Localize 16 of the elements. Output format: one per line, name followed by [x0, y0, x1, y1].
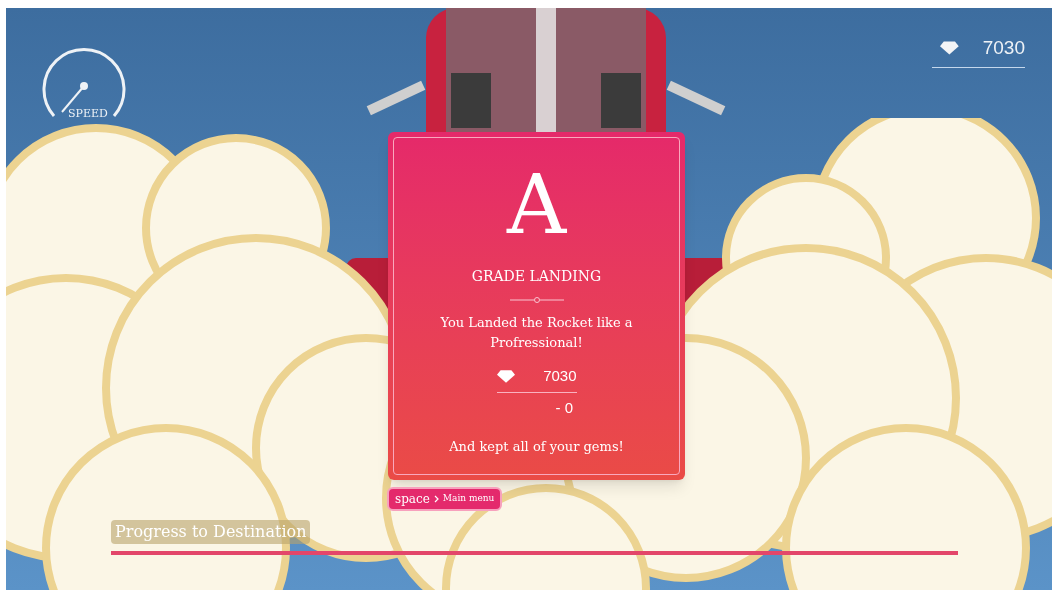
chevron-icon [433, 495, 439, 503]
gem-total: 7030 [543, 366, 577, 386]
action-label: Main menu [442, 492, 495, 506]
gem-penalty: - 0 [555, 397, 573, 418]
progress-label: Progress to Destination [111, 520, 311, 544]
gems-kept-message: And kept all of your gems! [449, 438, 624, 456]
gem-icon [496, 369, 515, 383]
key-label: space [395, 491, 430, 508]
result-message: You Landed the Rocket like a Profressional! [439, 314, 634, 352]
speed-label: SPEED [68, 106, 108, 122]
grade-letter: A [506, 164, 567, 246]
divider-ornament-icon [509, 297, 564, 303]
gem-count: 7030 [982, 36, 1025, 60]
gem-icon [940, 41, 959, 56]
grade-title: GRADE LANDING [471, 267, 602, 286]
key-hint[interactable]: space Main menu [387, 487, 503, 511]
